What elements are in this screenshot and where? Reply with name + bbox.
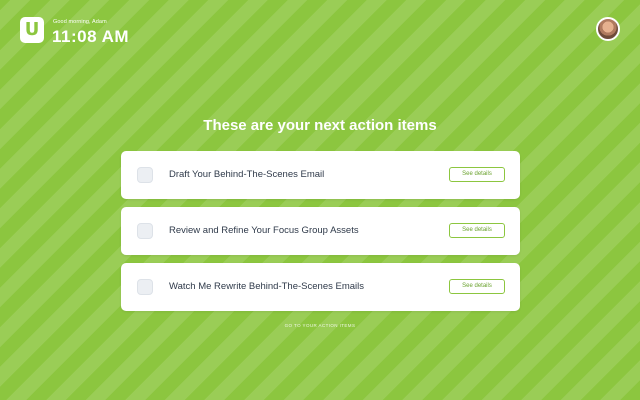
app-logo: U — [20, 17, 44, 43]
logo-letter: U — [24, 19, 40, 40]
action-item-checkbox[interactable] — [137, 167, 153, 183]
see-details-button[interactable]: See details — [449, 279, 505, 294]
action-item-checkbox[interactable] — [137, 223, 153, 239]
greeting-text: Good morning, Adam — [53, 19, 107, 25]
clock-time: 11:08 AM — [52, 27, 130, 46]
action-item-label: Watch Me Rewrite Behind-The-Scenes Email… — [169, 281, 364, 292]
action-item-card: Review and Refine Your Focus Group Asset… — [121, 207, 520, 255]
action-item-label: Draft Your Behind-The-Scenes Email — [169, 169, 325, 180]
see-details-button[interactable]: See details — [449, 223, 505, 238]
page-title: These are your next action items — [203, 117, 437, 134]
see-details-button[interactable]: See details — [449, 167, 505, 182]
action-item-checkbox[interactable] — [137, 279, 153, 295]
avatar[interactable] — [596, 17, 620, 41]
action-item-card: Draft Your Behind-The-Scenes Email See d… — [121, 151, 520, 199]
action-item-card: Watch Me Rewrite Behind-The-Scenes Email… — [121, 263, 520, 311]
go-to-action-items-link[interactable]: GO TO YOUR ACTION ITEMS — [0, 323, 640, 328]
action-item-label: Review and Refine Your Focus Group Asset… — [169, 225, 359, 236]
